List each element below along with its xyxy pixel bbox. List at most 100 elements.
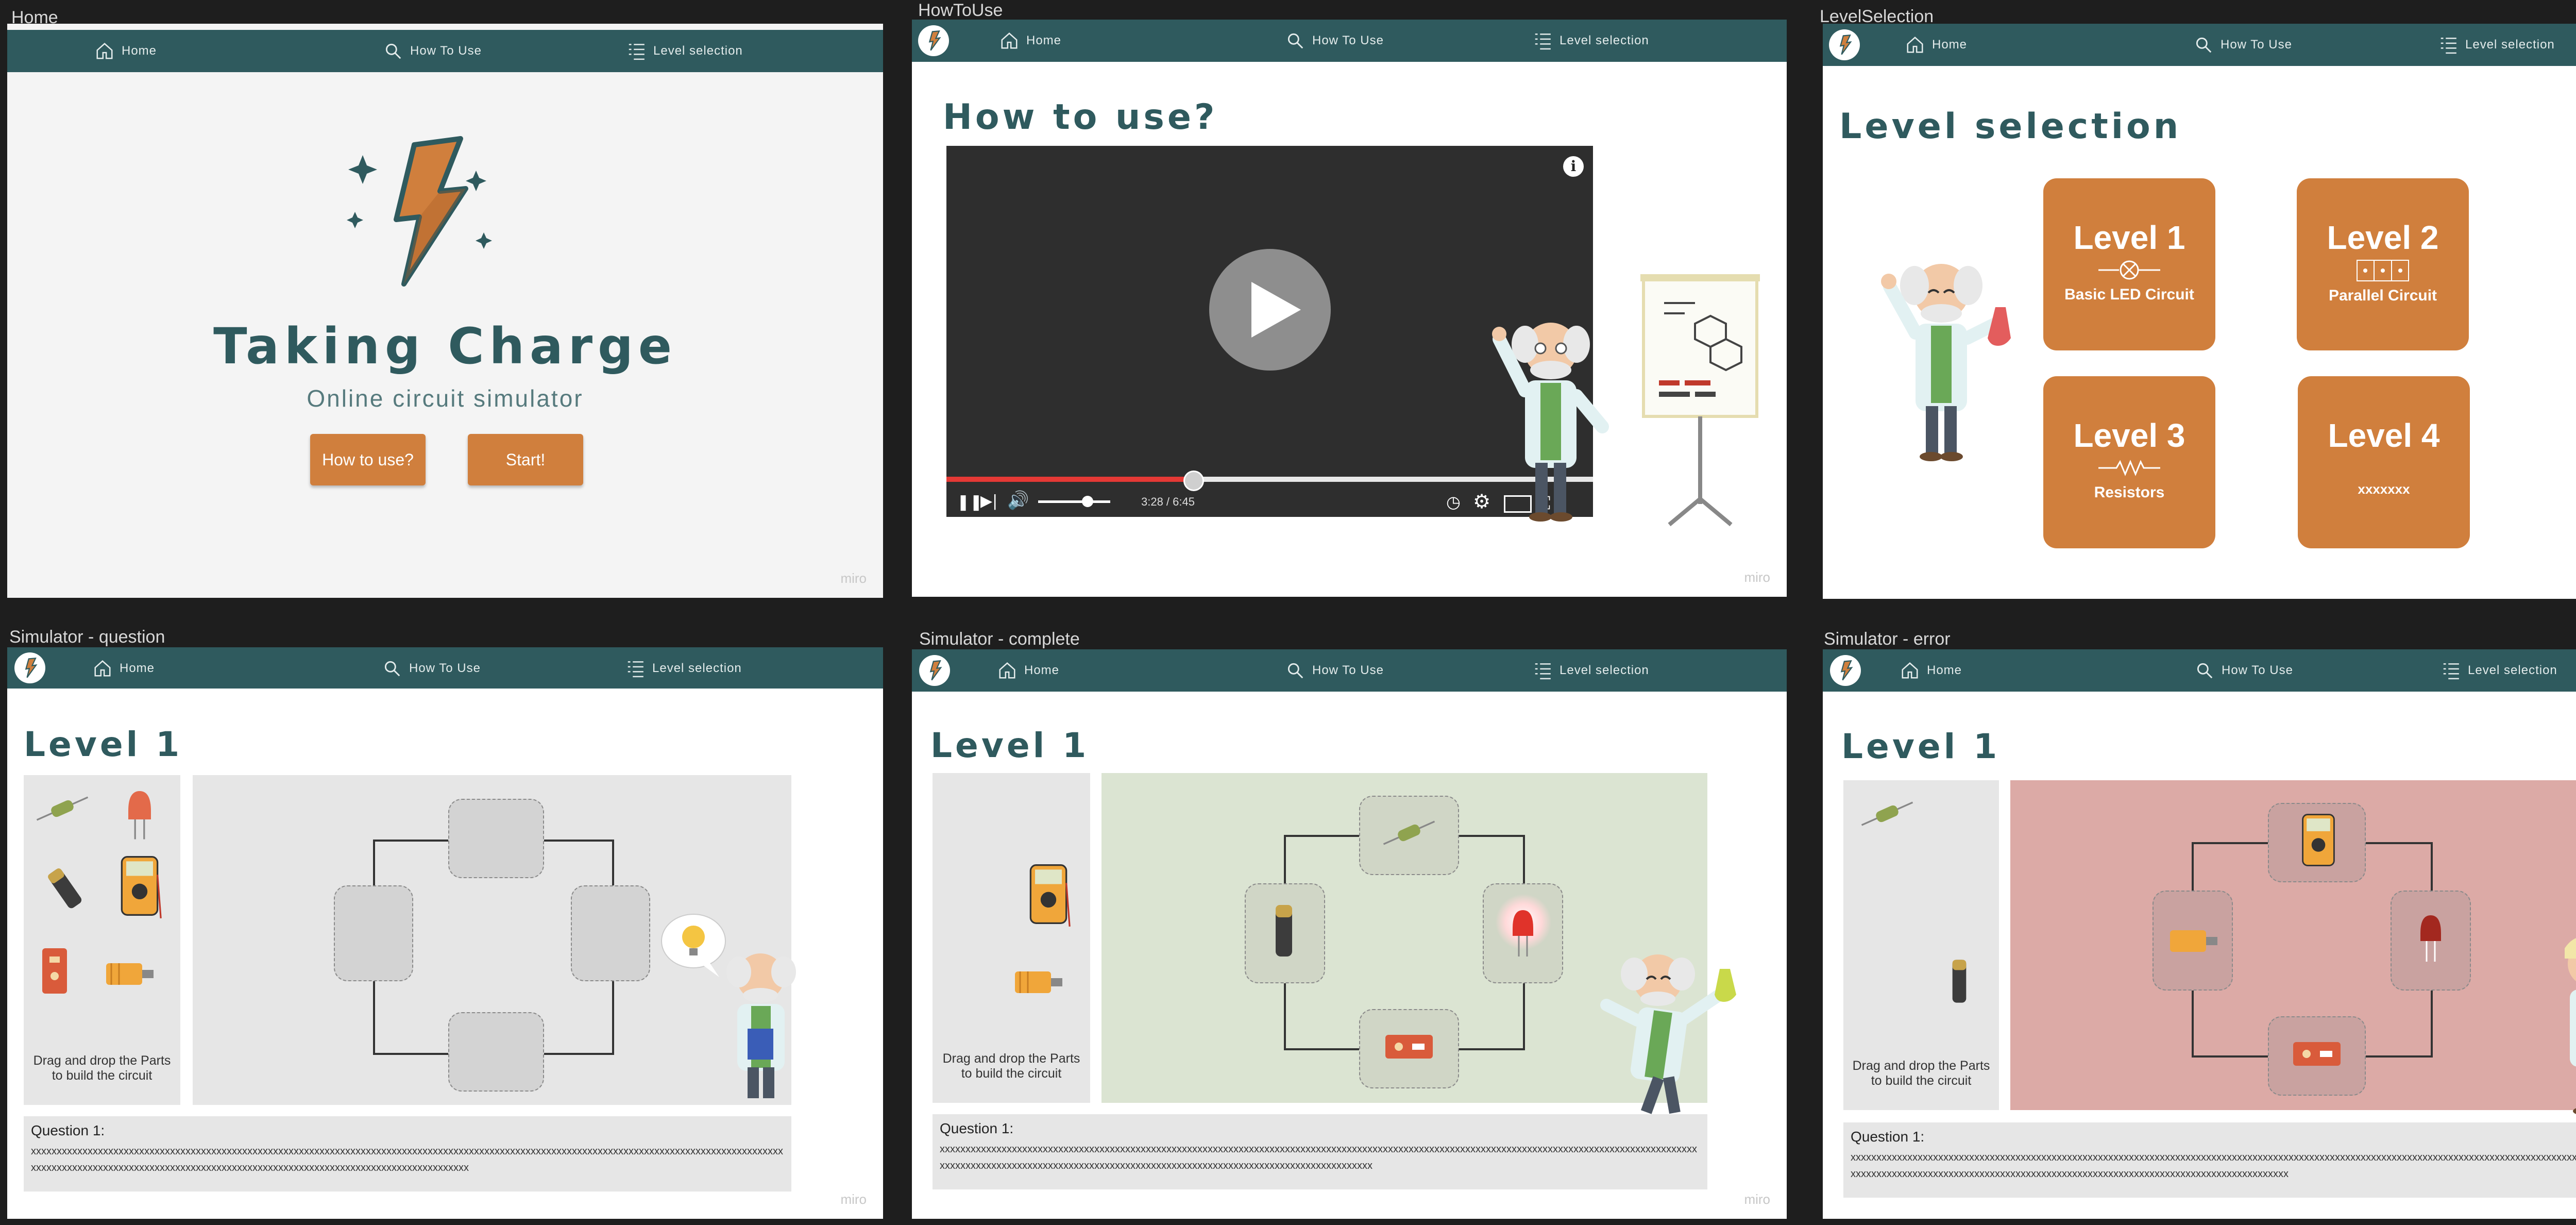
resistor-symbol-icon bbox=[2098, 460, 2160, 476]
how-to-use-button[interactable]: How to use? bbox=[310, 434, 426, 485]
navbar: Home How To Use Level selection bbox=[912, 20, 1787, 62]
frame-level-selection: LevelSelection Home How To Use Level sel… bbox=[1808, 0, 2576, 603]
nav-how-to-use-label: How To Use bbox=[410, 44, 482, 58]
page-title: Level 1 bbox=[24, 725, 183, 764]
nav-logo[interactable] bbox=[14, 652, 45, 683]
slot-top[interactable] bbox=[1359, 796, 1459, 875]
parts-panel: Drag and drop the Parts to build the cir… bbox=[24, 775, 180, 1105]
nav-home-label: Home bbox=[1026, 33, 1062, 47]
motor-part-icon[interactable] bbox=[101, 955, 158, 992]
motor-part-icon[interactable] bbox=[1010, 964, 1066, 1000]
nav-level-selection[interactable]: Level selection bbox=[1533, 649, 1649, 692]
nav-how-to-use-label: How To Use bbox=[1312, 663, 1384, 677]
resistor-part-icon[interactable] bbox=[1859, 796, 1916, 832]
nav-logo[interactable] bbox=[1829, 29, 1860, 60]
slot-right[interactable] bbox=[1483, 883, 1563, 983]
nav-how-to-use[interactable]: How To Use bbox=[1285, 20, 1384, 62]
nav-home[interactable]: Home bbox=[93, 647, 155, 690]
nav-logo[interactable] bbox=[919, 655, 950, 686]
slot-left[interactable] bbox=[1245, 883, 1325, 983]
volume-thumb[interactable] bbox=[1082, 496, 1093, 507]
nav-home-label: Home bbox=[122, 44, 157, 58]
level-4-card[interactable]: Level 4 xxxxxxx bbox=[2298, 376, 2470, 548]
slot-top[interactable] bbox=[2268, 803, 2366, 882]
nav-how-to-use[interactable]: How To Use bbox=[383, 30, 482, 72]
slot-left[interactable] bbox=[2153, 891, 2233, 991]
level-3-card[interactable]: Level 3 Resistors bbox=[2043, 376, 2215, 548]
simulator-error-screen: Home How To Use Level selection Level 1 … bbox=[1823, 649, 2576, 1219]
play-button[interactable] bbox=[1209, 249, 1331, 371]
nav-home[interactable]: Home bbox=[95, 30, 157, 72]
lightning-icon bbox=[25, 658, 38, 678]
gear-icon[interactable]: ⚙ bbox=[1473, 490, 1490, 513]
pause-icon[interactable]: ❚❚ bbox=[957, 493, 982, 511]
nav-level-selection[interactable]: Level selection bbox=[2441, 649, 2557, 692]
led-part-icon[interactable] bbox=[122, 785, 158, 842]
next-icon[interactable]: ▶| bbox=[980, 492, 997, 510]
miro-watermark: miro bbox=[840, 1192, 867, 1207]
level-1-card[interactable]: Level 1 Basic LED Circuit bbox=[2043, 178, 2215, 350]
search-icon bbox=[384, 661, 400, 677]
slot-right[interactable] bbox=[571, 885, 650, 981]
nav-logo[interactable] bbox=[918, 25, 949, 56]
nav-home[interactable]: Home bbox=[1905, 24, 1967, 66]
level-2-card[interactable]: Level 2 Parallel Circuit bbox=[2297, 178, 2469, 350]
question-text: xxxxxxxxxxxxxxxxxxxxxxxxxxxxxxxxxxxxxxxx… bbox=[1851, 1152, 2576, 1180]
nav-how-to-use-label: How To Use bbox=[2221, 38, 2292, 52]
navbar: Home How To Use Level selection bbox=[1823, 649, 2576, 692]
level-4-subtitle: xxxxxxx bbox=[2358, 481, 2410, 497]
nav-home[interactable]: Home bbox=[997, 649, 1059, 692]
nav-level-selection-label: Level selection bbox=[2468, 663, 2557, 677]
nav-level-selection[interactable]: Level selection bbox=[2438, 24, 2555, 66]
level-selection-screen: Home How To Use Level selection Level se… bbox=[1823, 24, 2576, 599]
led-symbol-icon bbox=[2098, 260, 2160, 280]
nav-how-to-use[interactable]: How To Use bbox=[2194, 24, 2292, 66]
slot-bottom[interactable] bbox=[1359, 1009, 1459, 1088]
search-icon bbox=[2197, 663, 2213, 679]
question-label: Question 1: bbox=[31, 1122, 105, 1138]
nav-level-selection[interactable]: Level selection bbox=[626, 30, 743, 72]
list-icon bbox=[629, 44, 645, 60]
drag-hint: Drag and drop the Parts to build the cir… bbox=[942, 1051, 1080, 1081]
level-3-subtitle: Resistors bbox=[2094, 484, 2165, 501]
nav-level-selection-label: Level selection bbox=[653, 44, 743, 58]
miro-watermark: miro bbox=[1744, 1192, 1770, 1207]
nav-logo[interactable] bbox=[1830, 655, 1861, 686]
level-1-subtitle: Basic LED Circuit bbox=[2064, 286, 2194, 303]
clock-icon[interactable]: ◷ bbox=[1446, 492, 1461, 512]
nav-level-selection[interactable]: Level selection bbox=[625, 647, 742, 690]
drag-hint: Drag and drop the Parts to build the cir… bbox=[33, 1053, 171, 1083]
volume-slider[interactable] bbox=[1038, 496, 1110, 507]
slot-right[interactable] bbox=[2391, 891, 2471, 991]
volume-icon[interactable]: 🔊 bbox=[1007, 490, 1029, 511]
slot-bottom[interactable] bbox=[448, 1012, 544, 1092]
nav-home[interactable]: Home bbox=[1900, 649, 1962, 692]
search-icon bbox=[1287, 663, 1303, 679]
nav-how-to-use[interactable]: How To Use bbox=[2195, 649, 2293, 692]
nav-how-to-use[interactable]: How To Use bbox=[382, 647, 481, 690]
start-button[interactable]: Start! bbox=[468, 434, 583, 485]
nav-home[interactable]: Home bbox=[999, 20, 1061, 62]
slot-left[interactable] bbox=[334, 885, 413, 981]
battery-part-icon[interactable] bbox=[39, 863, 91, 914]
nav-home-label: Home bbox=[1932, 38, 1968, 52]
info-icon[interactable]: i bbox=[1563, 156, 1584, 177]
circuit-area-error bbox=[2010, 780, 2576, 1110]
battery-part-icon[interactable] bbox=[1946, 950, 1972, 1012]
led-lit-icon bbox=[1513, 910, 1533, 956]
parts-panel: Drag and drop the Parts to build the cir… bbox=[1843, 780, 1999, 1110]
nav-level-selection[interactable]: Level selection bbox=[1533, 20, 1649, 62]
nav-how-to-use-label: How To Use bbox=[1312, 33, 1384, 47]
miro-watermark: miro bbox=[1744, 569, 1770, 585]
multimeter-part-icon[interactable] bbox=[1025, 861, 1072, 928]
switch-part-icon[interactable] bbox=[39, 945, 70, 997]
slot-bottom[interactable] bbox=[2268, 1016, 2366, 1096]
frame-simulator-error: Simulator - error Home How To Use Level … bbox=[1808, 624, 2576, 1225]
nav-how-to-use-label: How To Use bbox=[2222, 663, 2293, 677]
multimeter-part-icon[interactable] bbox=[116, 852, 163, 919]
nav-how-to-use[interactable]: How To Use bbox=[1285, 649, 1384, 692]
nav-home-label: Home bbox=[1024, 663, 1060, 677]
battery-icon bbox=[1276, 905, 1292, 956]
resistor-part-icon[interactable] bbox=[34, 791, 91, 827]
slot-top[interactable] bbox=[448, 799, 544, 878]
